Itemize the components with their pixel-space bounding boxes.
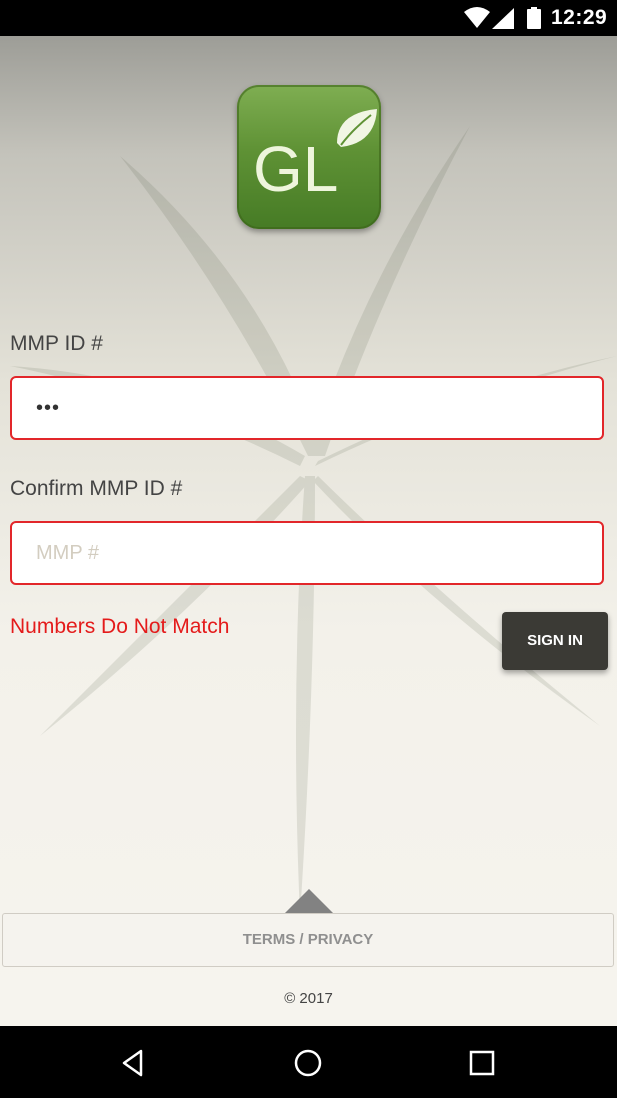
- app-logo: GL: [237, 85, 381, 229]
- error-message: Numbers Do Not Match: [10, 615, 230, 638]
- gl-logo-graphic: GL: [253, 109, 377, 205]
- status-bar: 12:29: [0, 0, 617, 36]
- cell-signal-icon: [492, 8, 514, 29]
- wifi-icon: [464, 7, 490, 28]
- mmp-id-input[interactable]: [10, 376, 604, 440]
- confirm-mmp-id-label: Confirm MMP ID #: [10, 477, 183, 500]
- back-icon[interactable]: [117, 1046, 151, 1080]
- mmp-id-label: MMP ID #: [10, 332, 103, 355]
- battery-icon: [527, 7, 541, 29]
- app-screen: GL MMP ID # Confirm MMP ID # Numbers Do …: [0, 36, 617, 1026]
- navigation-bar: [0, 1026, 617, 1098]
- home-icon[interactable]: [291, 1046, 325, 1080]
- sign-in-button[interactable]: SIGN IN: [502, 612, 608, 670]
- logo-text: GL: [253, 133, 338, 205]
- terms-privacy-link[interactable]: TERMS / PRIVACY: [2, 913, 614, 967]
- status-time: 12:29: [551, 6, 608, 29]
- confirm-mmp-id-input[interactable]: [10, 521, 604, 585]
- caret-up-icon[interactable]: [285, 889, 333, 913]
- copyright-text: © 2017: [284, 990, 333, 1007]
- recent-apps-icon[interactable]: [465, 1046, 499, 1080]
